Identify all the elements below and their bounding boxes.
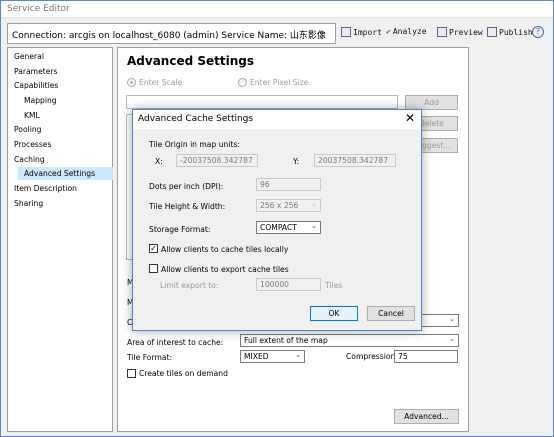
- enter-scale-label: Enter Scale: [139, 78, 183, 87]
- y-label: Y:: [293, 157, 300, 166]
- settings-nav: General Parameters Capabilities Mapping …: [7, 47, 113, 432]
- import-icon: [341, 27, 351, 37]
- hidden-dropdown[interactable]: ⌄: [421, 314, 459, 327]
- tile-origin-x-field: -20037508.342787: [176, 154, 258, 167]
- create-tiles-on-demand-checkbox[interactable]: [127, 369, 136, 378]
- tiles-unit-label: Tiles: [325, 281, 343, 290]
- chevron-down-icon: ⌄: [311, 222, 317, 230]
- allow-local-cache-label: Allow clients to cache tiles locally: [161, 245, 289, 254]
- nav-item-mapping[interactable]: Mapping: [24, 96, 57, 105]
- title-bar: Service Editor: [1, 1, 553, 18]
- nav-item-general[interactable]: General: [14, 52, 44, 61]
- close-icon[interactable]: ✕: [405, 111, 415, 125]
- tile-size-dropdown: 256 x 256 ⌄: [256, 199, 321, 212]
- dialog-title: Advanced Cache Settings: [138, 114, 254, 124]
- dpi-field: 96: [256, 178, 321, 191]
- help-icon[interactable]: ?: [532, 26, 544, 38]
- allow-export-checkbox[interactable]: [149, 264, 158, 273]
- window-title: Service Editor: [7, 4, 70, 14]
- dialog-title-bar: Advanced Cache Settings ✕: [133, 110, 421, 129]
- nav-item-pooling[interactable]: Pooling: [14, 125, 41, 134]
- chevron-down-icon: ⌄: [295, 351, 301, 359]
- limit-export-field: 100000: [256, 278, 321, 291]
- import-label: Import: [353, 28, 382, 37]
- tile-format-label: Tile Format:: [127, 353, 173, 362]
- enter-pixel-size-radio[interactable]: [238, 78, 247, 87]
- advanced-cache-settings-dialog: Advanced Cache Settings ✕ Tile Origin in…: [132, 109, 422, 331]
- ok-button[interactable]: OK: [310, 306, 358, 321]
- chevron-down-icon: ⌄: [449, 315, 455, 323]
- enter-scale-radio[interactable]: [127, 78, 136, 87]
- tile-format-value: MIXED: [244, 352, 269, 361]
- chevron-down-icon: ⌄: [449, 335, 455, 343]
- limit-export-label: Limit export to:: [160, 281, 219, 290]
- area-of-interest-value: Full extent of the map: [244, 336, 328, 345]
- connection-field: Connection: arcgis on localhost_6080 (ad…: [7, 23, 336, 44]
- page-title: Advanced Settings: [127, 54, 255, 68]
- area-of-interest-dropdown[interactable]: Full extent of the map ⌄: [240, 334, 459, 347]
- publish-button[interactable]: Publish: [487, 27, 533, 37]
- tile-format-dropdown[interactable]: MIXED ⌄: [240, 350, 305, 363]
- nav-item-item-description[interactable]: Item Description: [14, 184, 77, 193]
- checkmark-icon: ✔: [386, 27, 391, 36]
- create-tiles-on-demand-label: Create tiles on demand: [139, 369, 228, 378]
- storage-format-label: Storage Format:: [149, 225, 211, 234]
- allow-export-label: Allow clients to export cache tiles: [161, 265, 289, 274]
- publish-label: Publish: [499, 28, 533, 37]
- nav-item-processes[interactable]: Processes: [14, 140, 51, 149]
- chevron-down-icon: ⌄: [311, 200, 317, 208]
- preview-label: Preview: [449, 28, 483, 37]
- enter-pixel-size-label: Enter Pixel Size: [250, 78, 309, 87]
- tile-size-label: Tile Height & Width:: [149, 202, 226, 211]
- compression-label: Compression:: [346, 352, 398, 361]
- compression-input[interactable]: 75: [394, 350, 458, 363]
- import-button[interactable]: Import: [341, 27, 382, 37]
- analyze-label: Analyze: [392, 27, 427, 36]
- area-of-interest-label: Area of interest to cache:: [127, 338, 224, 347]
- nav-item-parameters[interactable]: Parameters: [14, 67, 57, 76]
- dpi-label: Dots per inch (DPI):: [149, 182, 224, 191]
- nav-item-capabilities[interactable]: Capabilities: [14, 81, 58, 90]
- tile-origin-label: Tile Origin in map units:: [149, 140, 240, 149]
- preview-icon: [437, 27, 447, 37]
- cancel-button[interactable]: Cancel: [367, 306, 415, 321]
- analyze-button[interactable]: ✔ Analyze: [386, 27, 427, 36]
- service-editor-window: Service Editor Connection: arcgis on loc…: [0, 0, 554, 437]
- storage-format-dropdown[interactable]: COMPACT ⌄: [256, 221, 321, 234]
- publish-icon: [487, 27, 497, 37]
- storage-format-value: COMPACT: [260, 223, 297, 232]
- preview-button[interactable]: Preview: [437, 27, 483, 37]
- scale-input[interactable]: [126, 95, 398, 109]
- nav-item-sharing[interactable]: Sharing: [14, 199, 43, 208]
- advanced-button[interactable]: Advanced...: [394, 409, 459, 424]
- nav-item-kml[interactable]: KML: [24, 111, 40, 120]
- tile-origin-y-field: 20037508.342787: [314, 154, 396, 167]
- tile-size-value: 256 x 256: [260, 201, 299, 210]
- nav-item-advanced-settings[interactable]: Advanced Settings: [24, 169, 95, 178]
- nav-item-caching[interactable]: Caching: [14, 155, 45, 164]
- x-label: X:: [155, 157, 163, 166]
- allow-local-cache-checkbox[interactable]: ✓: [149, 244, 158, 253]
- add-button[interactable]: Add: [405, 95, 458, 110]
